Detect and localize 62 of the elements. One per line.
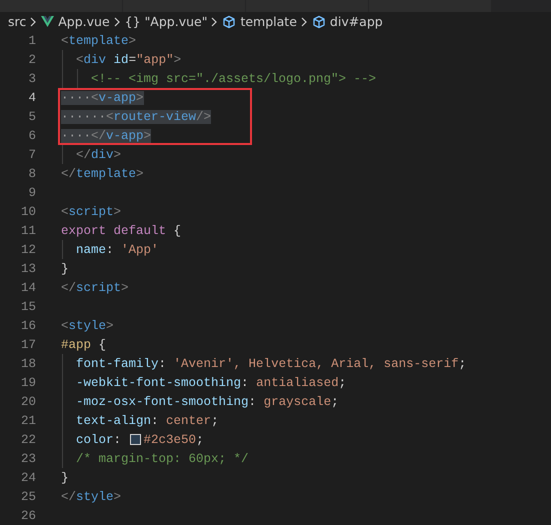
line-number: 21 [20,414,36,428]
line-number: 18 [20,356,36,370]
breadcrumb-item[interactable]: template [240,14,297,29]
line-number: 14 [20,280,36,294]
line-number: 6 [27,128,36,142]
code-line: </script> [61,280,129,296]
code-line: #app { [61,336,106,354]
line-number: 26 [20,508,36,522]
line-number: 2 [27,52,36,66]
code-line: ····<v-app> [61,90,144,106]
line-number: 13 [20,262,36,276]
breadcrumb-item[interactable]: src [8,14,26,29]
line-number: 15 [20,300,36,314]
breadcrumb-item[interactable]: "App.vue" [144,14,208,29]
line-number: 9 [27,186,36,200]
cube-icon [312,14,326,28]
line-number: 17 [20,338,36,352]
code-line: ····</v-app> [61,128,152,144]
code-line: <!-- <img src="./assets/logo.png"> --> [61,69,376,88]
code-line: </style> [61,488,122,506]
code-line: <div id="app"> [61,50,182,69]
line-number: 7 [27,148,36,162]
line-number: 25 [20,490,36,504]
code-line: text-align: center; [61,411,219,430]
line-number: 1 [27,34,36,48]
code-line: export default { [61,222,182,240]
code-line: -moz-osx-font-smoothing: grayscale; [61,392,339,411]
code-line: </template> [61,166,144,182]
braces-icon: {} [124,14,141,29]
code-line: font-family: 'Avenir', Helvetica, Arial, sans-serif; [61,354,466,373]
cube-icon [222,14,236,28]
line-number: 23 [20,452,36,466]
code-line: -webkit-font-smoothing: antialiased; [61,373,346,392]
line-number: 10 [20,204,36,218]
code-line: </div> [61,145,122,164]
vue-logo-icon [41,16,54,27]
line-number: 5 [27,110,36,124]
code-line: <template> [61,32,136,50]
line-number: 20 [20,394,36,408]
code-line: ······<router-view/> [61,108,212,126]
chevron-icon [300,16,308,26]
line-number: 11 [20,224,36,238]
code-line: <script> [61,204,122,220]
line-number: 24 [20,470,36,484]
code-line: /* margin-top: 60px; */ [61,449,249,468]
code-line: } [61,470,69,486]
chevron-icon [211,16,218,26]
line-number: 4 [27,90,36,104]
line-number: 19 [20,376,36,390]
line-number: 16 [20,318,36,332]
code-line: name: 'App' [61,240,159,259]
chevron-icon [30,16,38,26]
line-number: 12 [20,242,36,256]
code-line: <style> [61,318,114,334]
code-line: color: #2c3e50; [61,430,204,449]
code-line: } [61,260,69,278]
line-number: 3 [27,72,36,86]
breadcrumb-item[interactable]: App.vue [58,14,110,29]
breadcrumb-item[interactable]: div#app [330,14,383,29]
line-number: 22 [20,432,36,446]
line-number: 8 [27,166,36,180]
chevron-icon [114,16,121,26]
